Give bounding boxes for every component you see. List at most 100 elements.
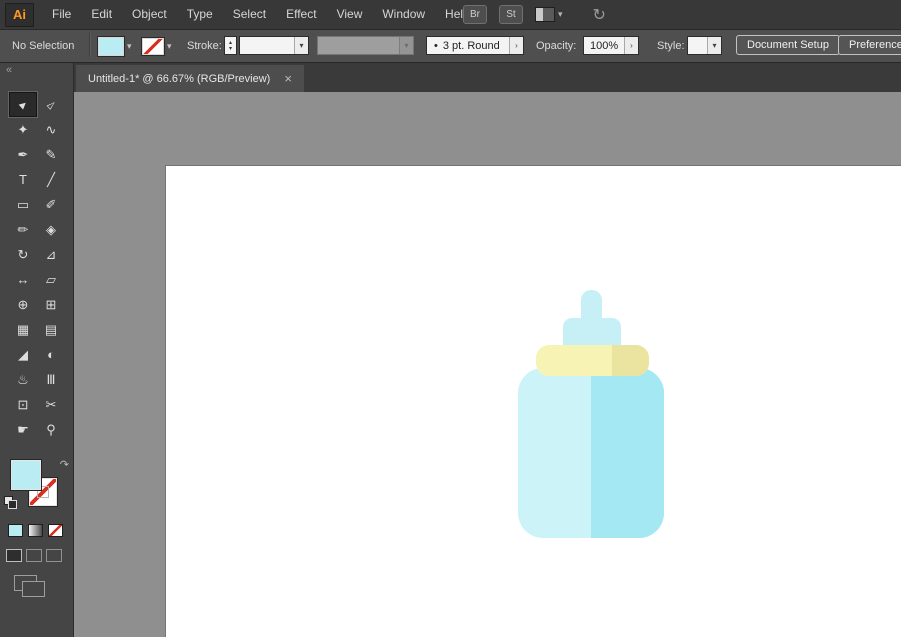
draw-behind-button[interactable]	[26, 549, 42, 562]
rectangle-icon: ▭	[16, 196, 30, 212]
perspective-grid-icon: ⊞	[45, 296, 57, 312]
chevron-down-icon[interactable]: ▾	[127, 41, 132, 52]
tool-selection[interactable]: ►	[9, 92, 37, 117]
tool-artboard[interactable]: ⊡	[9, 392, 37, 417]
tool-pen[interactable]: ✒	[9, 142, 37, 167]
sync-icon[interactable]: ↻	[593, 5, 606, 25]
tool-slice[interactable]: ✂	[37, 392, 65, 417]
stroke-color-swatch[interactable]	[142, 38, 164, 55]
stroke-weight-stepper[interactable]: ▴ ▾	[224, 36, 237, 55]
brush-definition-value: 3 pt. Round	[442, 39, 500, 52]
menu-view[interactable]: View	[327, 0, 373, 29]
control-bar: No Selection ▾ ▾ Stroke: ▴ ▾ ▾ ▾ • 3 pt.…	[0, 29, 901, 63]
chevron-down-icon[interactable]: ▾	[707, 37, 721, 54]
tool-eraser[interactable]: ◈	[37, 217, 65, 242]
default-fill-stroke-icon[interactable]	[4, 496, 17, 509]
tool-blend[interactable]: ◐	[37, 342, 65, 367]
tool-symbol-sprayer[interactable]: ♨	[9, 367, 37, 392]
bridge-button[interactable]: Br	[463, 5, 487, 24]
bottle-body-shadow[interactable]	[591, 368, 664, 538]
menu-effect[interactable]: Effect	[276, 0, 326, 29]
menu-window[interactable]: Window	[372, 0, 435, 29]
chevron-down-icon[interactable]: ▾	[167, 41, 172, 52]
fill-indicator-swatch[interactable]	[11, 460, 41, 490]
tool-shape-builder[interactable]: ⊕	[9, 292, 37, 317]
hand-icon: ☛	[17, 421, 29, 437]
tool-pencil[interactable]: ✏	[9, 217, 37, 242]
shape-builder-icon: ⊕	[17, 296, 29, 312]
artwork-baby-bottle[interactable]	[74, 92, 901, 637]
variable-width-profile-dropdown: ▾	[317, 36, 414, 55]
brush-preview-icon: •	[434, 39, 438, 52]
menu-edit[interactable]: Edit	[81, 0, 122, 29]
tool-free-transform[interactable]: ▱	[37, 267, 65, 292]
tool-rectangle[interactable]: ▭	[9, 192, 37, 217]
draw-inside-button[interactable]	[46, 549, 62, 562]
tool-hand[interactable]: ☛	[9, 417, 37, 442]
gradient-button[interactable]	[28, 524, 43, 537]
opacity-field[interactable]: 100% ›	[583, 36, 639, 55]
curvature-icon: ✎	[45, 146, 57, 162]
tool-width[interactable]: ↔	[9, 267, 37, 292]
chevron-right-icon[interactable]: ›	[509, 37, 523, 54]
tool-line-segment[interactable]: ╱	[37, 167, 65, 192]
tool-mesh[interactable]: ▦	[9, 317, 37, 342]
tool-lasso[interactable]: ∿	[37, 117, 65, 142]
menu-type[interactable]: Type	[177, 0, 223, 29]
preferences-button[interactable]: Preferences	[838, 35, 901, 55]
document-tab[interactable]: Untitled-1* @ 66.67% (RGB/Preview) ×	[76, 65, 304, 92]
menu-list: File Edit Object Type Select Effect View…	[42, 0, 480, 29]
menu-select[interactable]: Select	[223, 0, 276, 29]
magic-wand-icon: ✦	[17, 121, 29, 137]
stroke-weight-field[interactable]: ▾	[239, 36, 309, 55]
zoom-icon: ⚲	[46, 421, 56, 437]
paintbrush-icon: ✐	[45, 196, 57, 212]
tool-type[interactable]: T	[9, 167, 37, 192]
tool-zoom[interactable]: ⚲	[37, 417, 65, 442]
slice-icon: ✂	[45, 396, 57, 412]
bottle-cap-shadow[interactable]	[612, 345, 649, 376]
brush-definition-dropdown[interactable]: • 3 pt. Round ›	[426, 36, 524, 55]
stock-button[interactable]: St	[499, 5, 523, 24]
collapse-panel-icon[interactable]: «	[6, 64, 12, 76]
menu-file[interactable]: File	[42, 0, 81, 29]
direct-selection-icon: ▻	[44, 97, 59, 113]
stepper-down-icon[interactable]: ▾	[229, 46, 232, 52]
free-transform-icon: ▱	[46, 271, 56, 287]
tool-eyedropper[interactable]: ◢	[9, 342, 37, 367]
menu-object[interactable]: Object	[122, 0, 177, 29]
chevron-down-icon[interactable]: ▾	[294, 37, 308, 54]
color-button[interactable]	[8, 524, 23, 537]
swap-fill-stroke-icon[interactable]: ↷	[60, 458, 69, 471]
divider	[89, 33, 90, 57]
tool-magic-wand[interactable]: ✦	[9, 117, 37, 142]
blend-icon: ◐	[47, 347, 55, 362]
workspace-switcher[interactable]: ▾	[535, 7, 563, 22]
illustrator-window: { "menu_bar": { "logo_label": "Ai", "ite…	[0, 0, 901, 637]
tool-column-graph[interactable]: Ⅲ	[37, 367, 65, 392]
document-setup-button[interactable]: Document Setup	[736, 35, 840, 55]
tool-direct-selection[interactable]: ▻	[37, 92, 65, 117]
none-button[interactable]	[48, 524, 63, 537]
canvas-area[interactable]	[74, 92, 901, 637]
chevron-right-icon[interactable]: ›	[624, 37, 638, 54]
tool-paintbrush[interactable]: ✐	[37, 192, 65, 217]
artboard-icon: ⊡	[17, 396, 29, 412]
tool-scale[interactable]: ⊿	[37, 242, 65, 267]
eyedropper-icon: ◢	[18, 346, 28, 362]
menu-bar: Ai File Edit Object Type Select Effect V…	[0, 0, 901, 30]
tool-rotate[interactable]: ↻	[9, 242, 37, 267]
tool-gradient[interactable]: ▤	[37, 317, 65, 342]
workspace-layout-icon	[535, 7, 555, 22]
line-segment-icon: ╱	[47, 171, 55, 187]
drawing-mode-buttons	[6, 549, 62, 562]
opacity-label: Opacity:	[536, 40, 577, 52]
chevron-down-icon: ▾	[558, 9, 563, 19]
style-dropdown[interactable]: ▾	[687, 36, 722, 55]
tool-curvature[interactable]: ✎	[37, 142, 65, 167]
screen-mode-button[interactable]	[14, 575, 45, 597]
close-icon[interactable]: ×	[284, 72, 292, 85]
tool-perspective-grid[interactable]: ⊞	[37, 292, 65, 317]
draw-normal-button[interactable]	[6, 549, 22, 562]
fill-color-swatch[interactable]	[98, 37, 124, 56]
